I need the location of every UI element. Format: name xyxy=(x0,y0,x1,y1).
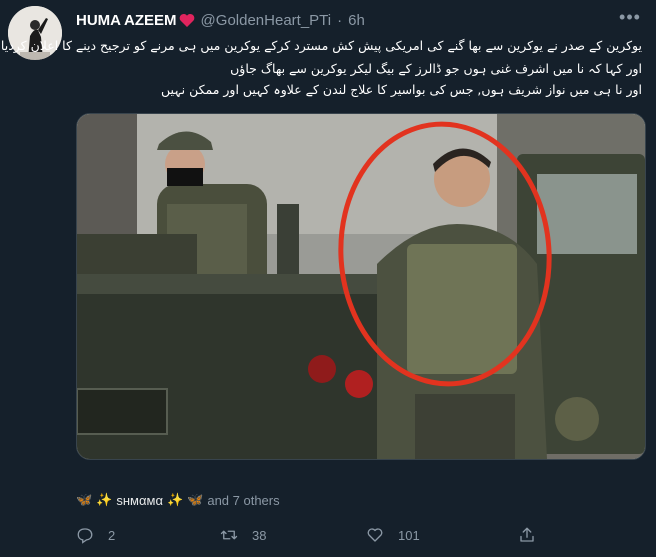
user-handle[interactable]: @GoldenHeart_PTi xyxy=(201,12,332,29)
liked-by-name[interactable]: sнмαмα xyxy=(116,493,163,508)
retweet-icon xyxy=(220,530,238,540)
share-icon xyxy=(520,527,534,542)
tweet-header: HUMA AZEEM @GoldenHeart_PTi · 6h xyxy=(76,10,616,30)
retweet-button[interactable]: 38 xyxy=(220,526,266,544)
tweet-text-line-3: اور نا ہی میں نواز شریف ہوں, جس کی بواسی… xyxy=(161,82,642,97)
reply-button[interactable]: 2 xyxy=(76,526,115,544)
more-options-icon[interactable]: ••• xyxy=(618,8,642,30)
tweet-photo[interactable] xyxy=(76,113,646,460)
tweet-text-line-2: اور کہا کہ نا میں اشرف غنی ہوں جو ڈالرز … xyxy=(230,61,642,76)
tweet[interactable]: HUMA AZEEM @GoldenHeart_PTi · 6h ••• یوک… xyxy=(0,0,656,557)
tweet-text-line-1: یوکرین کے صدر نے یوکرین سے بھا گنے کی ام… xyxy=(0,38,642,53)
separator-dot: · xyxy=(337,11,343,29)
display-name[interactable]: HUMA AZEEM xyxy=(76,12,177,29)
butterfly-icon: 🦋 xyxy=(187,492,204,507)
photo-illustration xyxy=(77,114,645,459)
reply-icon xyxy=(77,528,93,544)
tweet-actions: 2 38 101 xyxy=(74,522,634,550)
red-heart-icon xyxy=(179,13,195,28)
liked-by-others[interactable]: and 7 others xyxy=(207,493,279,508)
tweet-time[interactable]: 6h xyxy=(348,12,365,29)
butterfly-icon: 🦋 xyxy=(76,492,93,507)
liked-by-row[interactable]: 🦋 ✨ sнмαмα ✨ 🦋 and 7 others xyxy=(76,492,280,508)
like-count: 101 xyxy=(398,527,420,543)
sparkles-icon: ✨ xyxy=(166,492,184,507)
share-button[interactable] xyxy=(518,526,536,544)
reply-count: 2 xyxy=(108,527,116,543)
retweet-count: 38 xyxy=(252,527,267,543)
like-button[interactable]: 101 xyxy=(366,526,420,544)
heart-icon xyxy=(367,528,383,542)
sparkles-icon: ✨ xyxy=(96,492,113,507)
